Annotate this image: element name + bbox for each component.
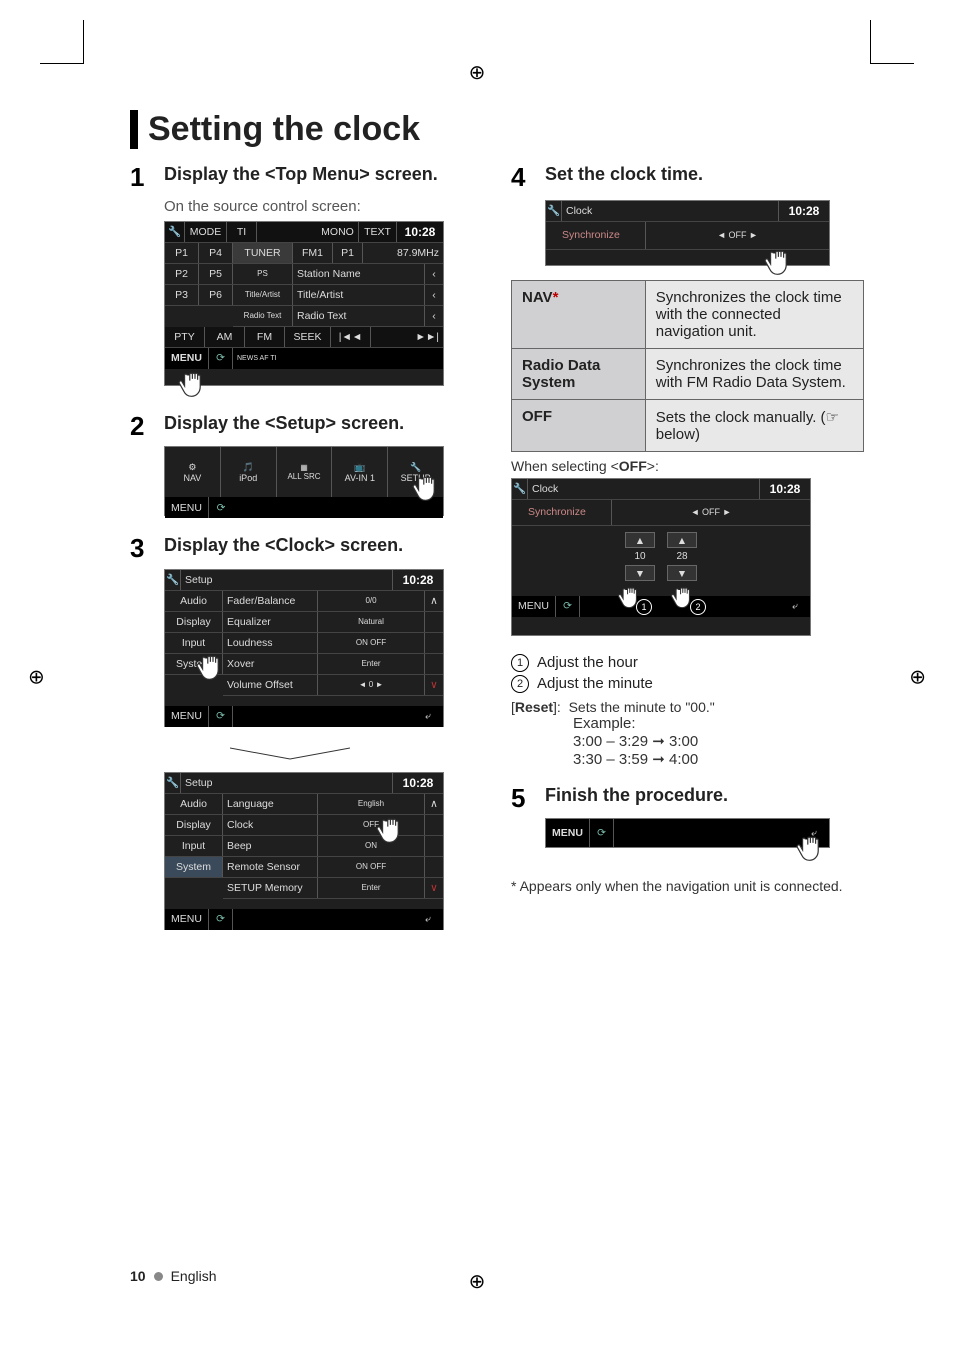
when-off-label: When selecting <OFF>: [511, 458, 864, 474]
step-1: 1 Display the <Top Menu> screen. [130, 163, 483, 192]
example-label: Example: [573, 715, 864, 732]
table-key: OFF [512, 399, 646, 451]
page-title: Setting the clock [130, 110, 864, 149]
setup-screen-2: 🔧Setup10:28 Audio Display Input System L… [164, 772, 444, 930]
step-title: Display the <Setup> screen. [164, 412, 404, 435]
footnote: * Appears only when the navigation unit … [511, 878, 864, 894]
hand-icon [411, 469, 447, 509]
example-2: 3:30 – 3:59 ➞ 4:00 [573, 750, 864, 768]
step-4: 4 Set the clock time. [511, 163, 864, 192]
table-key: NAV* [512, 280, 646, 348]
radio-screen: 🔧 MODE TI MONO TEXT 10:28 P1P4 P2P5 P3P6… [164, 221, 444, 386]
step-number: 4 [511, 163, 533, 192]
table-val: Synchronizes the clock time with FM Radi… [645, 348, 863, 399]
adjust-list: 1Adjust the hour 2Adjust the minute [511, 654, 864, 693]
table-val: Sets the clock manually. (☞ below) [645, 399, 863, 451]
finish-screen: MENU⟳⤶ [545, 818, 830, 848]
step-2: 2 Display the <Setup> screen. [130, 412, 483, 441]
example-1: 3:00 – 3:29 ➞ 3:00 [573, 732, 864, 750]
hand-icon [795, 829, 831, 869]
hand-icon [195, 648, 231, 688]
page-footer: 10English [130, 1268, 217, 1284]
step-3: 3 Display the <Clock> screen. [130, 534, 483, 563]
step-number: 2 [130, 412, 152, 441]
step-title: Display the <Top Menu> screen. [164, 163, 438, 186]
hand-icon [177, 365, 213, 405]
table-key: Radio Data System [512, 348, 646, 399]
step-title: Set the clock time. [545, 163, 703, 186]
reset-desc: [Reset]: Sets the minute to "00." [511, 699, 864, 715]
step-number: 3 [130, 534, 152, 563]
clock-sync-screen: 🔧Clock10:28 Synchronize◄ OFF ► [545, 200, 830, 266]
hand-icon [763, 243, 799, 283]
step-title: Display the <Clock> screen. [164, 534, 403, 557]
topmenu-screen: ⚙NAV 🎵iPod ▦ALL SRC 📺AV-IN 1 🔧SETUP MENU… [164, 446, 444, 516]
hand-icon [375, 811, 411, 851]
step-title: Finish the procedure. [545, 784, 728, 807]
table-val: Synchronizes the clock time with the con… [645, 280, 863, 348]
setup-screen-1: 🔧Setup10:28 Audio Display Input System F… [164, 569, 444, 727]
sync-options-table: NAV*Synchronizes the clock time with the… [511, 280, 864, 452]
step-number: 5 [511, 784, 533, 813]
step-5: 5 Finish the procedure. [511, 784, 864, 813]
step1-subtext: On the source control screen: [164, 198, 483, 215]
clock-adjust-screen: 🔧Clock10:28 Synchronize◄ OFF ► ▲10▼ ▲28▼… [511, 478, 811, 636]
step-number: 1 [130, 163, 152, 192]
